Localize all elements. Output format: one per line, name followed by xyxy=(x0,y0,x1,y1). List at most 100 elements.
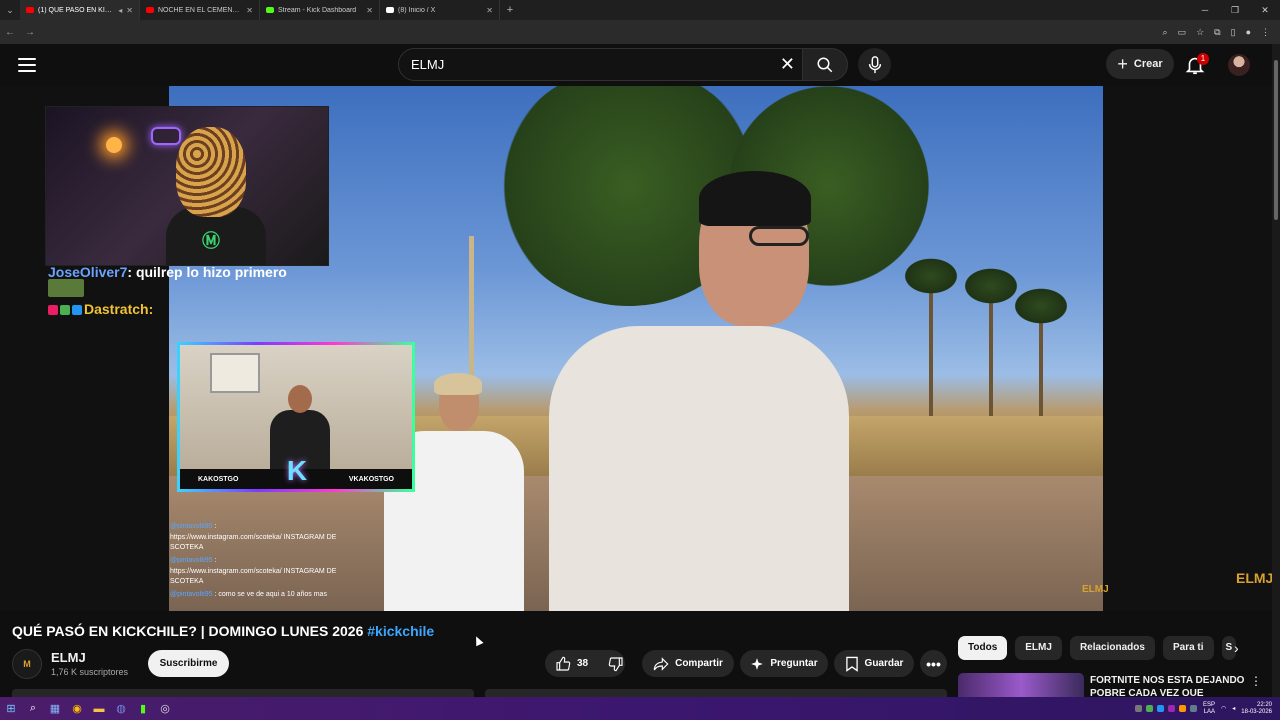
tray-icon[interactable] xyxy=(1135,705,1143,712)
tab-close-icon[interactable]: ✕ xyxy=(126,6,133,15)
search-button[interactable] xyxy=(802,48,848,81)
chat-message-top: JoseOliver7: quilrep lo hizo primero xyxy=(48,264,287,280)
app-icon[interactable]: ▮ xyxy=(132,702,154,715)
minimize-button[interactable]: ─ xyxy=(1190,0,1220,20)
language-indicator[interactable]: ESP LAA xyxy=(1203,702,1215,716)
windows-start-icon[interactable]: ⊞ xyxy=(0,702,22,715)
video-player[interactable]: Ⓜ JoseOliver7: quilrep lo hizo primero D… xyxy=(0,86,1272,611)
guest-handle-left: KAKOSTGO xyxy=(198,475,239,483)
zoom-icon[interactable]: ⌕ xyxy=(1163,27,1168,38)
discord-icon[interactable]: ◍ xyxy=(110,702,132,715)
voice-search-button[interactable] xyxy=(858,48,891,81)
youtube-header: ELMJ ✕ + Crear 1 xyxy=(0,44,1280,86)
like-button[interactable]: 38 xyxy=(545,650,598,677)
youtube-favicon-icon xyxy=(26,7,34,13)
close-window-button[interactable]: ✕ xyxy=(1250,0,1280,20)
tab-title: (8) Inicio / X xyxy=(398,6,436,14)
chat-emote xyxy=(48,279,84,297)
menu-icon[interactable] xyxy=(18,56,36,74)
palm-tree xyxy=(901,256,961,296)
lang-top: ESP xyxy=(1203,701,1216,708)
forward-icon[interactable]: → xyxy=(20,27,40,38)
recommended-video-title[interactable]: FORTNITE NOS ESTA DEJANDO POBRE CADA VEZ… xyxy=(1090,674,1245,696)
tray-icon[interactable] xyxy=(1179,705,1187,712)
recommended-video-thumbnail[interactable] xyxy=(958,673,1084,697)
browser-tab-3[interactable]: Stream - Kick Dashboard ✕ xyxy=(260,0,380,20)
widgets-icon[interactable]: ▦ xyxy=(44,702,66,715)
save-button[interactable]: Guardar xyxy=(834,650,914,677)
cast-icon[interactable]: ▭ xyxy=(1178,27,1187,38)
guest-webcam: KAKOSTGO VKAKOSTGO K xyxy=(177,342,415,492)
sidebar-icon[interactable]: ▯ xyxy=(1231,27,1236,38)
title-text: QUÉ PASÓ EN KICKCHILE? | DOMINGO LUNES 2… xyxy=(12,623,368,639)
chevron-right-icon[interactable]: › xyxy=(1234,640,1239,656)
tray-icon[interactable] xyxy=(1168,705,1176,712)
chrome-icon[interactable]: ◉ xyxy=(66,702,88,715)
time: 22:20 xyxy=(1256,701,1272,708)
browser-tab-4[interactable]: (8) Inicio / X ✕ xyxy=(380,0,500,20)
extension-icon[interactable]: ⧉ xyxy=(1214,27,1220,38)
browser-menu-icon[interactable]: ⋮ xyxy=(1261,27,1270,38)
chat-message-dastratch: Dastratch: xyxy=(48,301,153,317)
recommended-more-icon[interactable]: ⋮ xyxy=(1250,674,1262,688)
wifi-icon[interactable]: ◠ xyxy=(1221,705,1226,712)
mute-icon[interactable]: ◂ xyxy=(118,6,122,15)
subscribe-button[interactable]: Suscribirme xyxy=(148,650,229,677)
ask-label: Preguntar xyxy=(770,658,818,669)
maximize-button[interactable]: ❐ xyxy=(1220,0,1250,20)
bookmark-star-icon[interactable]: ☆ xyxy=(1196,27,1204,38)
small-chat-line: @pintavolti95 : xyxy=(170,557,217,564)
channel-avatar[interactable]: M xyxy=(12,649,42,679)
tray-icon[interactable] xyxy=(1190,705,1198,712)
ask-button[interactable]: Preguntar xyxy=(740,650,828,677)
browser-tab-1[interactable]: (1) QUÉ PASÓ EN KICKCHILE ◂ ✕ xyxy=(20,0,140,20)
hashtag-link[interactable]: #kickchile xyxy=(367,623,434,639)
channel-name[interactable]: ELMJ xyxy=(51,650,86,665)
window-controls: ─ ❐ ✕ xyxy=(1190,0,1280,20)
chat-username: Dastratch: xyxy=(84,301,154,317)
save-label: Guardar xyxy=(864,658,904,669)
streamer: Ⓜ xyxy=(166,127,266,265)
mouse-cursor-icon xyxy=(472,634,484,647)
chip-elmj[interactable]: ELMJ xyxy=(1015,636,1062,660)
volume-icon[interactable]: ◂ xyxy=(1232,705,1235,712)
new-tab-button[interactable]: + xyxy=(500,4,520,16)
tab-close-icon[interactable]: ✕ xyxy=(246,6,253,15)
date: 18-03-2026 xyxy=(1241,708,1272,715)
dislike-button[interactable] xyxy=(598,650,634,677)
description-box[interactable] xyxy=(12,689,474,697)
search-input[interactable]: ELMJ ✕ xyxy=(398,48,804,81)
browser-tab-bar: ⌄ (1) QUÉ PASÓ EN KICKCHILE ◂ ✕ NOCHE EN… xyxy=(0,0,1280,20)
create-button[interactable]: + Crear xyxy=(1106,49,1174,79)
chip-para-ti[interactable]: Para ti xyxy=(1162,636,1214,660)
search-query: ELMJ xyxy=(411,57,445,72)
channel-watermark[interactable]: ELMJ xyxy=(1236,570,1273,586)
tray-icon[interactable] xyxy=(1157,705,1165,712)
tab-close-icon[interactable]: ✕ xyxy=(366,6,373,15)
create-label: Crear xyxy=(1133,58,1163,70)
chip-todos[interactable]: Todos xyxy=(958,636,1008,660)
browser-tab-2[interactable]: NOCHE EN EL CEMENTERIO GI ✕ xyxy=(140,0,260,20)
share-button[interactable]: Compartir xyxy=(642,650,734,677)
clock[interactable]: 22:20 18-03-2026 xyxy=(1241,702,1272,716)
tab-close-icon[interactable]: ✕ xyxy=(486,6,493,15)
scrollbar-thumb[interactable] xyxy=(1274,60,1278,220)
taskbar-search-icon[interactable]: ⌕ xyxy=(22,702,44,715)
profile-icon[interactable]: ● xyxy=(1246,27,1251,37)
file-explorer-icon[interactable]: ▬ xyxy=(88,703,110,715)
small-chat-line: https://www.instagram.com/scoteka/ INSTA… xyxy=(170,568,337,585)
chip-relacionados[interactable]: Relacionados xyxy=(1069,636,1155,660)
tab-title: NOCHE EN EL CEMENTERIO GI xyxy=(158,6,242,14)
back-icon[interactable]: ← xyxy=(0,27,20,38)
video-title: QUÉ PASÓ EN KICKCHILE? | DOMINGO LUNES 2… xyxy=(12,623,434,639)
user-avatar[interactable] xyxy=(1228,54,1250,76)
tray-icon[interactable] xyxy=(1146,705,1154,712)
address-bar: ← → ⌕ ▭ ☆ ⧉ ▯ ● ⋮ xyxy=(0,20,1280,44)
tab-search-icon[interactable]: ⌄ xyxy=(0,0,20,20)
notification-count-badge: 1 xyxy=(1197,53,1209,65)
more-actions-button[interactable]: ••• xyxy=(920,650,947,677)
clear-search-icon[interactable]: ✕ xyxy=(780,54,795,74)
comment-box[interactable] xyxy=(485,689,947,697)
obs-icon[interactable]: ◎ xyxy=(154,702,176,715)
lang-bottom: LAA xyxy=(1203,708,1216,715)
